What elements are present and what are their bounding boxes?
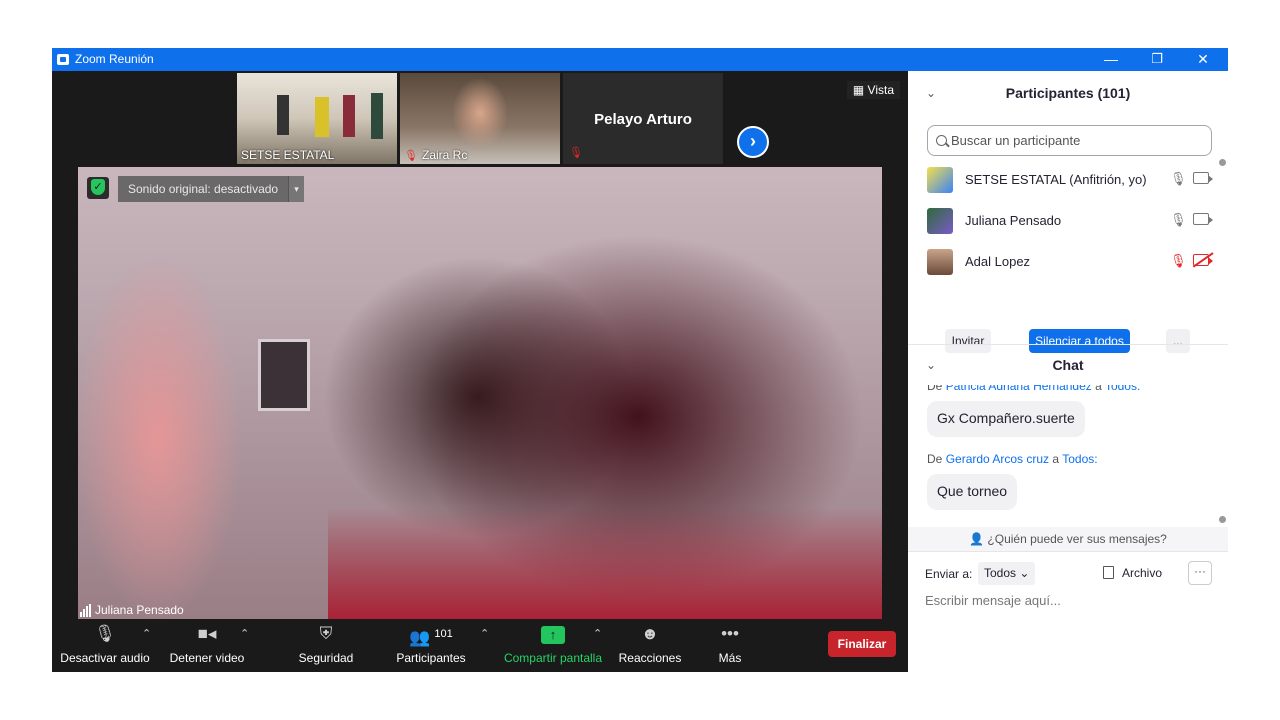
zoom-window: Zoom Reunión — ❐ ✕ SETSE ESTATAL 🎙 Zaira… (52, 48, 1228, 672)
participant-row[interactable]: SETSE ESTATAL (Anfitrión, yo) 🎙 (927, 167, 1213, 193)
speaker-clothing (328, 507, 882, 619)
microphone-muted-icon[interactable]: 🎙 (1170, 253, 1187, 269)
chevron-up-icon[interactable]: ⌃ (593, 627, 602, 640)
chat-messages: De Patricia Adriana Hernandez a Todos: G… (908, 385, 1220, 525)
next-page-button[interactable]: › (737, 126, 769, 158)
view-button[interactable]: ▦ Vista (846, 81, 900, 99)
video-off-icon[interactable] (1193, 254, 1213, 266)
avatar (927, 249, 953, 275)
participant-row[interactable]: Juliana Pensado 🎙 (927, 208, 1213, 234)
window-title: Zoom Reunión (75, 52, 154, 66)
chevron-down-icon[interactable]: ⌄ (926, 71, 936, 115)
mic-muted-icon: 🎙 (569, 147, 583, 159)
encryption-shield-icon[interactable] (87, 177, 109, 199)
avatar (927, 167, 953, 193)
participant-name: Adal Lopez (965, 254, 1031, 269)
main-speaker-video: Sonido original: desactivado ▾ Juliana P… (78, 167, 882, 619)
person-info-icon: 👤 (969, 532, 985, 546)
person-figure (343, 95, 355, 137)
microphone-icon[interactable]: 🎙 (1170, 212, 1187, 228)
send-to-label: Enviar a: (925, 567, 973, 581)
thumbnail-name: Pelayo Arturo (594, 111, 692, 128)
original-sound-button[interactable]: Sonido original: desactivado (118, 176, 289, 202)
mute-audio-button[interactable]: 🎙 Desactivar audio (60, 621, 150, 672)
avatar (927, 208, 953, 234)
message-bubble: Que torneo (927, 474, 1018, 510)
share-screen-icon: ↑ (500, 621, 606, 647)
chevron-down-icon: ⌄ (1019, 566, 1030, 580)
active-speaker-label: Juliana Pensado (80, 603, 184, 617)
shield-icon: ⛨ (319, 624, 333, 643)
side-panel: ⌄ Participantes (101) Buscar un particip… (908, 71, 1228, 672)
who-can-see-notice[interactable]: 👤 ¿Quién puede ver sus mensajes? (908, 527, 1228, 551)
participant-row[interactable]: Adal Lopez 🎙 (927, 249, 1213, 275)
meeting-toolbar: 🎙 Desactivar audio ⌃ ■◂ Detener video ⌃ … (52, 621, 908, 672)
mic-muted-icon: 🎙 (404, 150, 418, 162)
send-to-row: Enviar a: Todos ⌄ Archivo ··· (925, 561, 1215, 587)
thumbnail-name: Zaira Rc (422, 148, 468, 162)
thumbnail-zaira[interactable]: 🎙 Zaira Rc (400, 73, 560, 164)
chat-header: ⌄ Chat (908, 345, 1228, 385)
divider (908, 551, 1228, 552)
message-bubble: Gx Compañero.suerte (927, 401, 1085, 437)
restore-button[interactable]: ❐ (1134, 48, 1180, 71)
message-sender: De Patricia Adriana Hernandez a Todos: (927, 385, 1141, 393)
chevron-down-icon[interactable]: ⌄ (926, 345, 936, 385)
participants-count: 101 (434, 628, 453, 640)
reactions-button[interactable]: ☻ Reacciones (614, 621, 686, 672)
thumbnail-setse[interactable]: SETSE ESTATAL (237, 73, 397, 164)
chat-title: Chat (1052, 357, 1084, 373)
minimize-button[interactable]: — (1088, 48, 1134, 71)
stop-video-button[interactable]: ■◂ Detener video (164, 621, 250, 672)
close-button[interactable]: ✕ (1180, 48, 1226, 71)
video-camera-icon[interactable] (1193, 213, 1213, 225)
end-meeting-button[interactable]: Finalizar (828, 631, 896, 657)
participant-name: Juliana Pensado (965, 213, 1062, 228)
person-figure (277, 95, 289, 135)
microphone-icon: 🎙 (94, 624, 116, 643)
video-camera-icon[interactable] (1193, 172, 1213, 184)
participant-search-input[interactable]: Buscar un participante (927, 125, 1212, 156)
participants-button[interactable]: 👥 101 Participantes (390, 621, 472, 672)
participant-name: SETSE ESTATAL (Anfitrión, yo) (965, 172, 1147, 187)
message-sender: De Gerardo Arcos cruz a Todos: (927, 452, 1098, 466)
signal-strength-icon (80, 603, 92, 617)
chevron-up-icon[interactable]: ⌃ (240, 627, 249, 640)
wall-picture (258, 339, 310, 411)
title-bar: Zoom Reunión — ❐ ✕ (52, 48, 1228, 71)
person-figure (315, 97, 329, 137)
chat-more-button[interactable]: ··· (1188, 561, 1212, 585)
person-figure (371, 93, 383, 139)
scrollbar-down[interactable] (1219, 516, 1226, 523)
chat-message-input[interactable]: Escribir mensaje aquí... (925, 593, 1215, 615)
people-icon: 👥 101 (409, 628, 453, 647)
participants-header: ⌄ Participantes (101) (908, 71, 1228, 115)
video-camera-icon: ■◂ (197, 624, 217, 643)
thumbnail-pelayo[interactable]: Pelayo Arturo (563, 73, 723, 164)
emoji-plus-icon: ☻ (641, 624, 659, 643)
grid-icon: ▦ (852, 83, 868, 97)
thumbnail-name: SETSE ESTATAL (241, 148, 335, 162)
file-icon (1103, 566, 1114, 579)
chevron-up-icon[interactable]: ⌃ (480, 627, 489, 640)
more-dots-icon: ••• (721, 624, 739, 643)
microphone-icon[interactable]: 🎙 (1170, 171, 1187, 187)
share-screen-button[interactable]: ↑ Compartir pantalla (500, 621, 606, 672)
zoom-app-icon (57, 54, 69, 65)
file-button[interactable]: Archivo (1103, 566, 1162, 580)
participants-title: Participantes (101) (1005, 85, 1131, 101)
video-area: SETSE ESTATAL 🎙 Zaira Rc Pelayo Arturo 🎙… (52, 71, 908, 672)
search-icon (936, 135, 947, 146)
recipient-dropdown[interactable]: Todos ⌄ (978, 562, 1036, 585)
scrollbar-up[interactable] (1219, 159, 1226, 166)
chevron-up-icon[interactable]: ⌃ (142, 627, 151, 640)
chevron-down-icon[interactable]: ▾ (288, 176, 304, 202)
more-button[interactable]: ••• Más (706, 621, 754, 672)
security-button[interactable]: ⛨ Seguridad (290, 621, 362, 672)
